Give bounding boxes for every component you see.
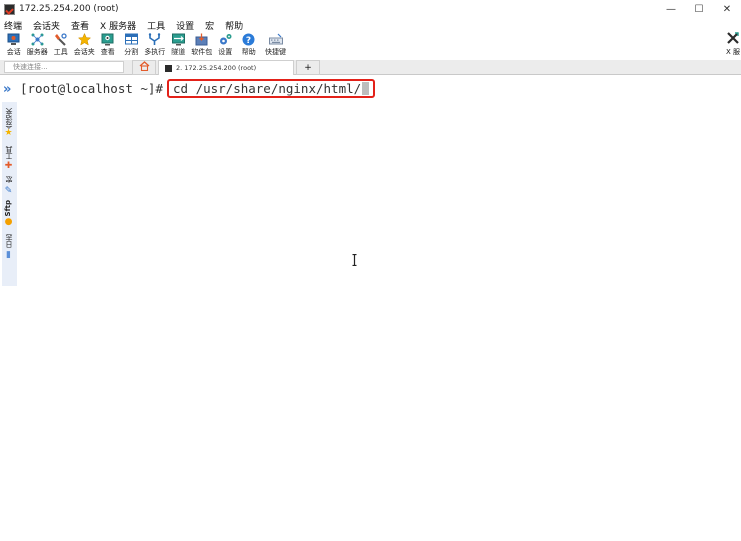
xserver-icon — [727, 32, 739, 47]
toolbar: 会话 服务器 工具 会话夹 查看 分割 多执行 隧道 软件包 设置 ? 帮助 快… — [0, 32, 741, 59]
side-panel: » 会话夹 ★ 工具 ✚ 宏 ✎ Sftp ● 日志 ▮ — [0, 76, 17, 541]
session-icon — [7, 32, 21, 46]
keyboard-icon — [268, 32, 283, 46]
quick-connect-input[interactable]: 快速连接... — [4, 61, 124, 73]
multi-exec-icon — [148, 32, 162, 46]
package-button[interactable]: 软件包 — [190, 32, 214, 57]
home-tab[interactable] — [132, 60, 156, 75]
menu-view[interactable]: 查看 — [71, 19, 89, 32]
sidebar-tab-log[interactable]: 日志 — [4, 234, 14, 248]
tab-bar: 快速连接... 2. 172.25.254.200 (root) + — [0, 60, 741, 75]
session-button[interactable]: 会话 — [2, 32, 26, 57]
window-controls: — ☐ ✕ — [657, 0, 741, 18]
title-bar: 172.25.254.200 (root) — ☐ ✕ — [0, 0, 741, 18]
settings-button[interactable]: 设置 — [214, 32, 238, 57]
session-folder-button[interactable]: 会话夹 — [73, 32, 97, 57]
server-icon — [30, 32, 44, 46]
minimize-button[interactable]: — — [657, 0, 685, 18]
expand-sidebar-icon[interactable]: » — [3, 82, 11, 97]
tools-icon — [54, 32, 68, 46]
shortcut-keys-button[interactable]: 快捷键 — [261, 32, 291, 57]
split-icon — [124, 32, 138, 46]
menu-xserver[interactable]: X 服务器 — [100, 19, 136, 32]
sftp-icon: ● — [4, 217, 13, 227]
terminal-tab-icon — [165, 64, 172, 72]
log-icon: ▮ — [6, 250, 11, 260]
split-button[interactable]: 分割 — [120, 32, 144, 57]
menu-terminal[interactable]: 终端 — [4, 19, 22, 32]
multi-exec-button[interactable]: 多执行 — [143, 32, 167, 57]
view-button[interactable]: 查看 — [96, 32, 120, 57]
view-icon — [101, 32, 115, 46]
session-tab[interactable]: 2. 172.25.254.200 (root) — [158, 60, 294, 75]
tools-icon: ✚ — [4, 161, 13, 171]
menu-session-folder[interactable]: 会话夹 — [33, 19, 60, 32]
command-text: cd /usr/share/nginx/html/ — [173, 81, 362, 96]
tunnel-icon — [171, 32, 185, 46]
shell-prompt: [root@localhost ~]# — [20, 81, 163, 96]
maximize-button[interactable]: ☐ — [685, 0, 713, 18]
tools-button[interactable]: 工具 — [49, 32, 73, 57]
terminal-area[interactable]: [root@localhost ~]# cd /usr/share/nginx/h… — [17, 76, 741, 541]
gear-icon — [218, 32, 232, 46]
sidebar-tab-tools[interactable]: 工具 — [4, 146, 14, 160]
text-cursor — [362, 82, 370, 95]
menu-macros[interactable]: 宏 — [205, 19, 214, 32]
session-tab-label: 2. 172.25.254.200 (root) — [176, 64, 257, 72]
menu-tools[interactable]: 工具 — [147, 19, 165, 32]
server-button[interactable]: 服务器 — [26, 32, 50, 57]
ibeam-cursor-icon — [352, 253, 357, 267]
add-tab-button[interactable]: + — [296, 60, 320, 75]
help-button[interactable]: ? 帮助 — [237, 32, 261, 57]
star-icon: ★ — [4, 128, 13, 138]
menu-settings[interactable]: 设置 — [176, 19, 194, 32]
highlighted-command: cd /usr/share/nginx/html/ — [167, 79, 376, 98]
window-title: 172.25.254.200 (root) — [19, 4, 119, 14]
xserver-button[interactable]: X 服 — [725, 32, 741, 57]
sidebar-tab-macros[interactable]: 宏 — [4, 176, 14, 183]
terminal-app-icon — [4, 3, 15, 15]
svg-text:?: ? — [246, 36, 251, 46]
sidebar-tab-sftp[interactable]: Sftp — [4, 200, 12, 216]
help-icon: ? — [242, 32, 256, 46]
terminal-line: [root@localhost ~]# cd /usr/share/nginx/h… — [20, 79, 376, 98]
package-icon — [195, 32, 209, 46]
sidebar-tab-sessions[interactable]: 会话夹 — [4, 108, 14, 129]
home-icon — [139, 61, 150, 74]
close-button[interactable]: ✕ — [713, 0, 741, 18]
menu-help[interactable]: 帮助 — [225, 19, 243, 32]
star-icon — [77, 32, 91, 46]
tunnel-button[interactable]: 隧道 — [167, 32, 191, 57]
menu-bar: 终端 会话夹 查看 X 服务器 工具 设置 宏 帮助 — [0, 18, 741, 32]
macro-icon: ✎ — [4, 186, 13, 196]
